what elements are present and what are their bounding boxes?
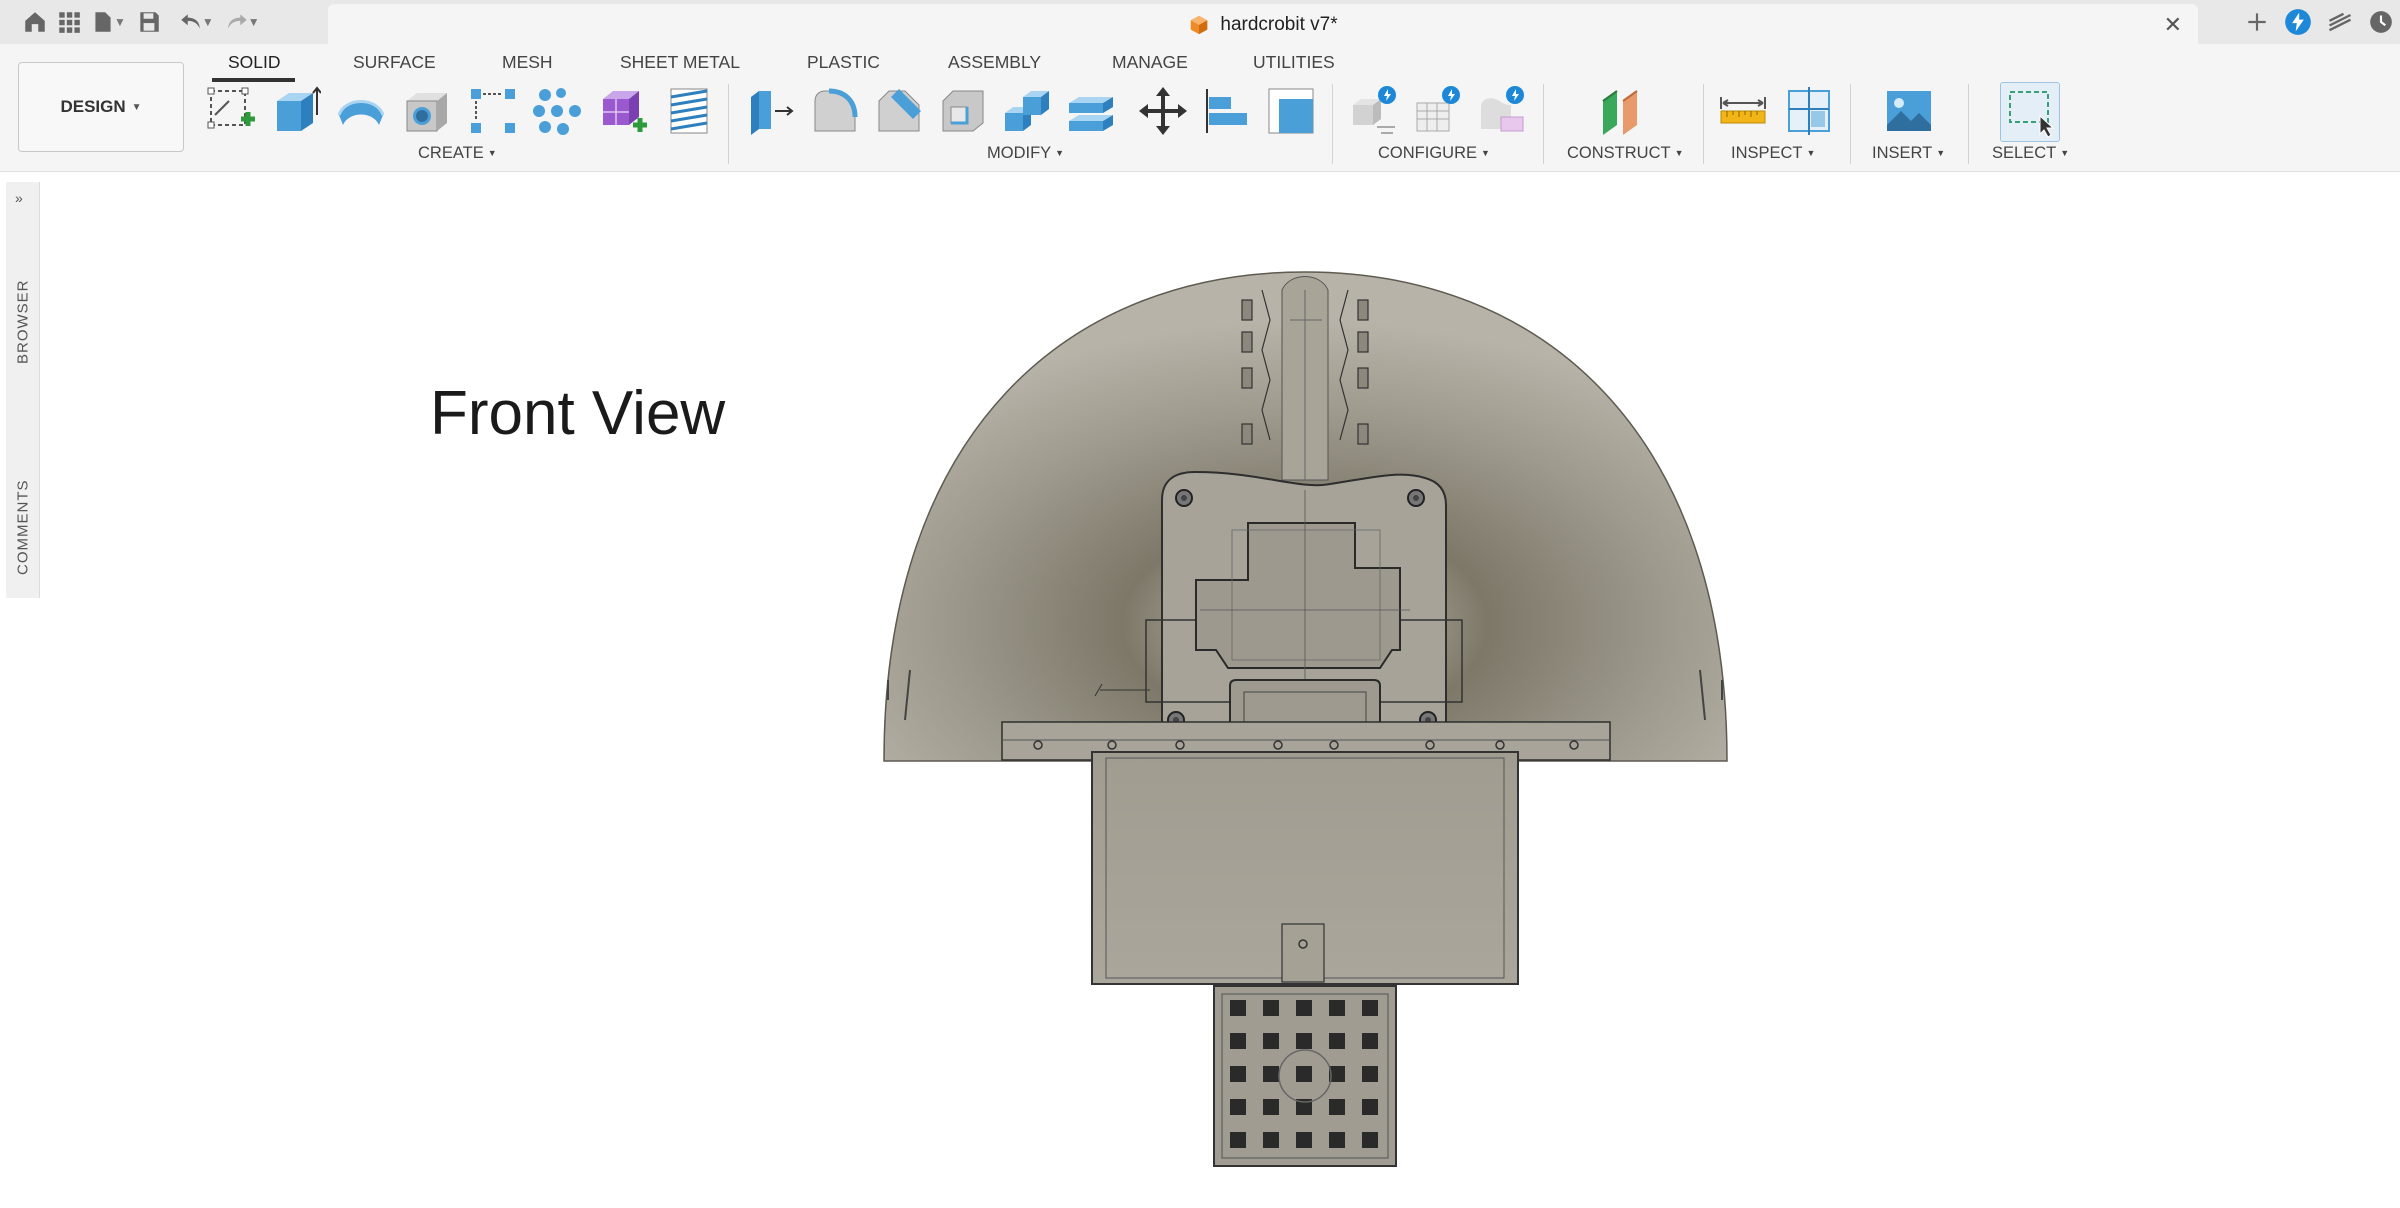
speaker-hole xyxy=(1362,1132,1378,1148)
model-viewport[interactable] xyxy=(0,0,2400,1208)
speaker-hole xyxy=(1296,1033,1312,1049)
speaker-hole xyxy=(1296,1132,1312,1148)
speaker-hole xyxy=(1263,1099,1279,1115)
speaker-hole xyxy=(1362,1066,1378,1082)
speaker-hole xyxy=(1362,1000,1378,1016)
speaker-hole xyxy=(1263,1132,1279,1148)
connector-port xyxy=(1281,923,1325,983)
speaker-hole xyxy=(1263,1066,1279,1082)
speaker-hole xyxy=(1329,1132,1345,1148)
speaker-hole xyxy=(1230,1033,1246,1049)
speaker-hole xyxy=(1329,1000,1345,1016)
speaker-hole xyxy=(1230,1000,1246,1016)
speaker-hole xyxy=(1296,1000,1312,1016)
speaker-hole xyxy=(1263,1000,1279,1016)
speaker-hole xyxy=(1296,1066,1312,1082)
speaker-hole xyxy=(1230,1099,1246,1115)
speaker-hole xyxy=(1329,1033,1345,1049)
speaker-hole xyxy=(1362,1099,1378,1115)
speaker-hole xyxy=(1329,1099,1345,1115)
speaker-hole xyxy=(1362,1033,1378,1049)
speaker-hole xyxy=(1263,1033,1279,1049)
speaker-hole xyxy=(1230,1132,1246,1148)
speaker-hole xyxy=(1230,1066,1246,1082)
